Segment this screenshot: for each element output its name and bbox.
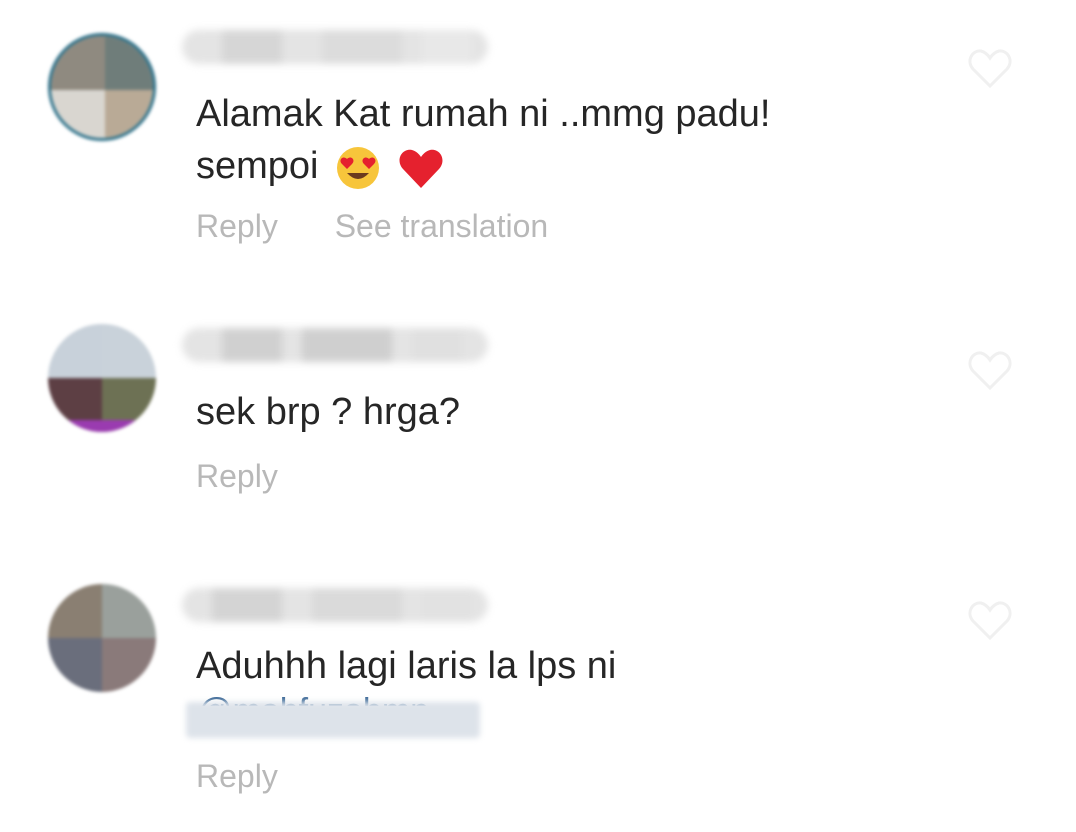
comment-actions: Reply xyxy=(196,458,326,495)
smiling-face-with-heart-eyes-icon xyxy=(337,146,380,189)
like-heart-icon[interactable] xyxy=(966,598,1014,642)
comment-line-text: sempoi xyxy=(196,145,319,187)
like-heart-icon[interactable] xyxy=(966,348,1014,392)
comment-text: sek brp ? hrga? xyxy=(196,391,461,433)
mention-redacted[interactable] xyxy=(186,702,480,738)
reply-button[interactable]: Reply xyxy=(196,208,278,244)
avatar[interactable] xyxy=(48,584,156,692)
comment-1: Alamak Kat rumah ni ..mmg padu! sempoi R… xyxy=(0,0,1076,280)
comment-actions: Reply See translation xyxy=(196,208,596,245)
comment-line: sempoi xyxy=(196,140,770,192)
reply-button[interactable]: Reply xyxy=(196,458,278,494)
avatar[interactable] xyxy=(48,324,156,432)
comment-text: Aduhhh lagi laris la lps ni xyxy=(196,645,617,687)
username-redacted[interactable] xyxy=(182,328,488,362)
like-heart-icon[interactable] xyxy=(966,46,1014,90)
avatar[interactable] xyxy=(48,33,156,141)
comment-text: Alamak Kat rumah ni ..mmg padu! sempoi xyxy=(196,88,770,192)
comment-3: Aduhhh lagi laris la lps ni @mahfuzahmn … xyxy=(0,560,1076,832)
comment-2: sek brp ? hrga? Reply xyxy=(0,300,1076,530)
red-heart-icon xyxy=(399,149,443,188)
comment-actions: Reply xyxy=(196,758,326,795)
see-translation-button[interactable]: See translation xyxy=(335,208,548,244)
username-redacted[interactable] xyxy=(182,588,488,622)
username-redacted[interactable] xyxy=(182,30,488,64)
comment-line: Alamak Kat rumah ni ..mmg padu! xyxy=(196,93,771,135)
reply-button[interactable]: Reply xyxy=(196,758,278,794)
